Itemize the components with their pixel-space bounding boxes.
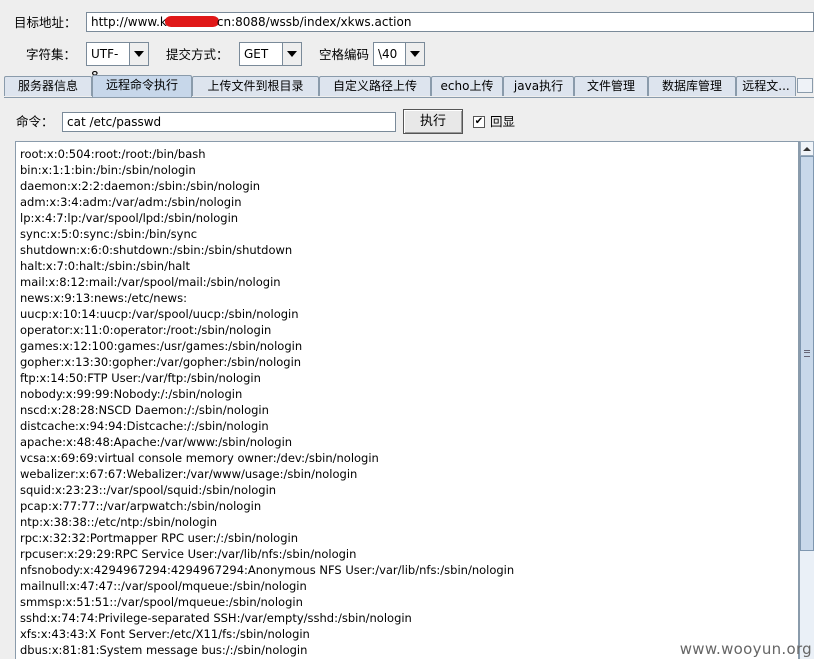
checkmark-icon: ✔ (474, 116, 484, 127)
output-line: dbus:x:81:81:System message bus:/:/sbin/… (20, 643, 308, 657)
scroll-up-icon[interactable] (800, 141, 814, 156)
space-encoding-value: \40 (378, 47, 398, 61)
tab-remote-file[interactable]: 远程文... (736, 76, 796, 96)
tab-echo-upload[interactable]: echo上传 (431, 76, 503, 96)
tab-custom-path-upload[interactable]: 自定义路径上传 (319, 76, 431, 96)
space-encoding-select[interactable]: \40 (373, 42, 425, 66)
output-line: news:x:9:13:news:/etc/news: (20, 291, 187, 305)
output-line: sync:x:5:0:sync:/sbin:/bin/sync (20, 227, 198, 241)
echo-label: 回显 (490, 114, 516, 129)
output-line: operator:x:11:0:operator:/root:/sbin/nol… (20, 323, 272, 337)
chevron-down-icon[interactable] (405, 43, 424, 65)
output-line: rpcuser:x:29:29:RPC Service User:/var/li… (20, 547, 357, 561)
output-line: xfs:x:43:43:X Font Server:/etc/X11/fs:/s… (20, 627, 310, 641)
tab-database-manager[interactable]: 数据库管理 (648, 76, 736, 96)
output-line: mail:x:8:12:mail:/var/spool/mail:/sbin/n… (20, 275, 281, 289)
method-label: 提交方式： (166, 47, 229, 62)
output-line: squid:x:23:23::/var/spool/squid:/sbin/no… (20, 483, 277, 497)
tab-server-info[interactable]: 服务器信息 (4, 76, 92, 96)
chevron-down-icon[interactable] (282, 43, 301, 65)
output-line: mailnull:x:47:47::/var/spool/mqueue:/sbi… (20, 579, 307, 593)
tab-java-exec[interactable]: java执行 (503, 76, 574, 96)
output-textarea[interactable]: root:x:0:504:root:/root:/bin/bash bin:x:1… (15, 141, 799, 659)
output-line: distcache:x:94:94:Distcache:/:/sbin/nolo… (20, 419, 269, 433)
method-value: GET (244, 47, 269, 61)
output-line: nobody:x:99:99:Nobody:/:/sbin/nologin (20, 387, 243, 401)
method-select[interactable]: GET (239, 42, 302, 66)
output-line: games:x:12:100:games:/usr/games:/sbin/no… (20, 339, 303, 353)
output-line: sshd:x:74:74:Privilege-separated SSH:/va… (20, 611, 412, 625)
output-line: ftp:x:14:50:FTP User:/var/ftp:/sbin/nolo… (20, 371, 261, 385)
url-suffix: cn:8088/wssb/index/xkws.action (216, 15, 412, 29)
tab-upload-root[interactable]: 上传文件到根目录 (192, 76, 319, 96)
grip-icon (804, 350, 810, 357)
tab-scroll-left-icon[interactable] (797, 78, 813, 93)
tab-file-manager[interactable]: 文件管理 (574, 76, 648, 96)
output-line: lp:x:4:7:lp:/var/spool/lpd:/sbin/nologin (20, 211, 239, 225)
output-line: gopher:x:13:30:gopher:/var/gopher:/sbin/… (20, 355, 302, 369)
space-encoding-label: 空格编码 (319, 47, 370, 62)
redaction-mark (164, 16, 219, 27)
vertical-scrollbar[interactable] (799, 141, 814, 659)
chevron-down-icon[interactable] (129, 43, 148, 65)
watermark: www.wooyun.org (679, 640, 812, 658)
output-line: bin:x:1:1:bin:/bin:/sbin/nologin (20, 163, 196, 177)
output-line: pcap:x:77:77::/var/arpwatch:/sbin/nologi… (20, 499, 262, 513)
output-line: halt:x:7:0:halt:/sbin:/sbin/halt (20, 259, 190, 273)
output-line: apache:x:48:48:Apache:/var/www:/sbin/nol… (20, 435, 293, 449)
tab-remote-command[interactable]: 远程命令执行 (92, 75, 192, 97)
output-line: webalizer:x:67:67:Webalizer:/var/www/usa… (20, 467, 358, 481)
target-url-input[interactable]: http://www.k cn:8088/wssb/index/xkws.acti… (86, 12, 814, 32)
execute-button[interactable]: 执行 (403, 109, 463, 134)
echo-checkbox[interactable]: ✔ (473, 116, 485, 128)
output-line: ntp:x:38:38::/etc/ntp:/sbin/nologin (20, 515, 218, 529)
output-line: nfsnobody:x:4294967294:4294967294:Anonym… (20, 563, 515, 577)
charset-label: 字符集： (26, 47, 77, 62)
url-prefix: http://www. (91, 15, 160, 29)
output-line: daemon:x:2:2:daemon:/sbin:/sbin/nologin (20, 179, 261, 193)
tab-bar: 服务器信息 远程命令执行 上传文件到根目录 自定义路径上传 echo上传 jav… (4, 75, 814, 98)
scroll-thumb[interactable] (800, 156, 814, 551)
charset-value: UTF-8 (91, 47, 119, 83)
output-line: shutdown:x:6:0:shutdown:/sbin:/sbin/shut… (20, 243, 293, 257)
output-line: root:x:0:504:root:/root:/bin/bash (20, 147, 206, 161)
output-line: uucp:x:10:14:uucp:/var/spool/uucp:/sbin/… (20, 307, 299, 321)
target-url-label: 目标地址： (14, 15, 77, 30)
output-line: nscd:x:28:28:NSCD Daemon:/:/sbin/nologin (20, 403, 269, 417)
output-line: smmsp:x:51:51::/var/spool/mqueue:/sbin/n… (20, 595, 303, 609)
charset-select[interactable]: UTF-8 (86, 42, 149, 83)
output-lines: root:x:0:504:root:/root:/bin/bash bin:x:1… (20, 146, 514, 658)
output-line: adm:x:3:4:adm:/var/adm:/sbin/nologin (20, 195, 242, 209)
command-label: 命令： (16, 114, 54, 129)
output-line: rpc:x:32:32:Portmapper RPC user:/:/sbin/… (20, 531, 299, 545)
output-line: vcsa:x:69:69:virtual console memory owne… (20, 451, 379, 465)
command-input[interactable] (62, 112, 396, 132)
